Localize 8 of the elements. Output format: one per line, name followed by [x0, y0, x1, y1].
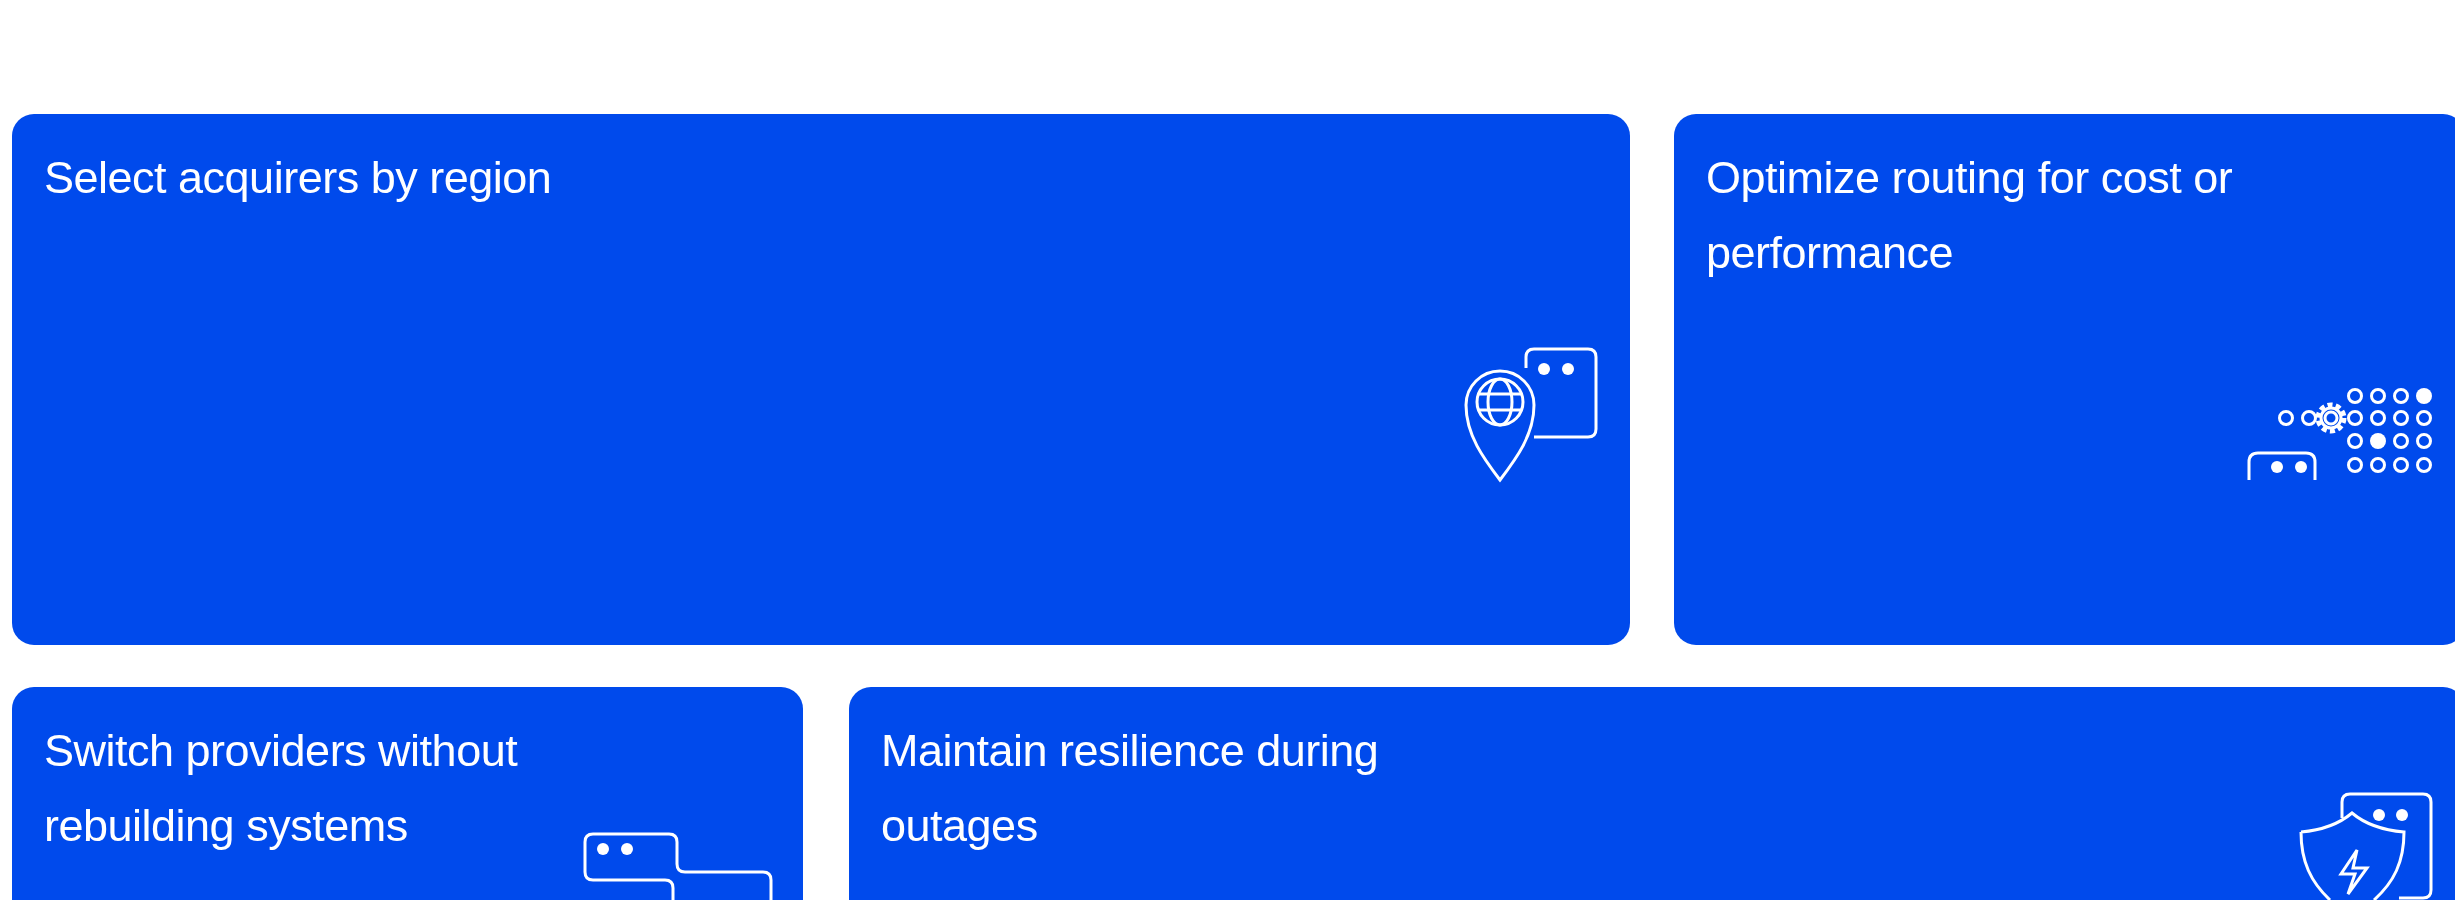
location-pin-window-icon	[1464, 347, 1598, 483]
shield-lightning-window-icon	[2299, 792, 2433, 900]
card-title: Optimize routing for cost or performance	[1706, 151, 2234, 280]
card-title: Switch providers without rebuilding systems	[44, 724, 519, 853]
card-title: Maintain resilience during outages	[881, 724, 1380, 853]
dot-grid-gear-icon	[2247, 387, 2433, 481]
stepped-window-icon	[583, 832, 773, 900]
card-title: Select acquirers by region	[44, 151, 553, 205]
